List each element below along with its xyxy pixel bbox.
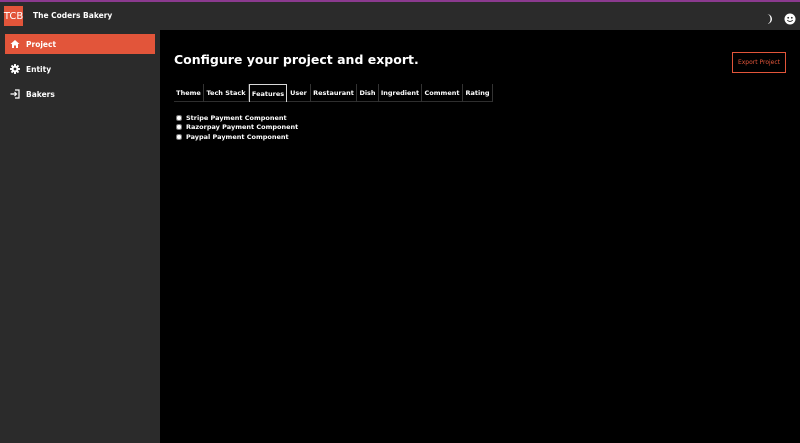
tab-dish[interactable]: Dish	[357, 84, 379, 102]
stripe-payment-checkbox[interactable]	[176, 114, 182, 121]
tab-ingredient[interactable]: Ingredient	[379, 84, 422, 102]
moon-icon[interactable]	[764, 10, 774, 24]
export-project-button[interactable]: Export Project	[732, 52, 786, 73]
checkbox-row-paypal[interactable]: Paypal Payment Component	[176, 132, 298, 142]
tab-features[interactable]: Features	[249, 84, 287, 102]
tab-restaurant[interactable]: Restaurant	[311, 84, 357, 102]
checkbox-label: Paypal Payment Component	[186, 132, 289, 141]
tab-user[interactable]: User	[287, 84, 311, 102]
razorpay-payment-checkbox[interactable]	[176, 124, 182, 131]
home-icon	[10, 39, 20, 49]
login-icon	[10, 89, 20, 99]
feature-checklist: Stripe Payment Component Razorpay Paymen…	[176, 113, 298, 142]
checkbox-row-stripe[interactable]: Stripe Payment Component	[176, 113, 298, 123]
checkbox-label: Razorpay Payment Component	[186, 123, 299, 132]
sidebar-item-entity[interactable]: Entity	[5, 59, 155, 79]
sidebar-item-label: Entity	[26, 64, 52, 74]
sidebar-item-project[interactable]: Project	[5, 34, 155, 54]
sidebar: Project Entity Bakers	[0, 30, 160, 443]
account-icon[interactable]	[784, 10, 796, 25]
tab-comment[interactable]: Comment	[422, 84, 463, 102]
app-title: The Coders Bakery	[33, 11, 113, 20]
checkbox-label: Stripe Payment Component	[186, 113, 287, 122]
tab-bar: Theme Tech Stack Features User Restauran…	[174, 84, 493, 102]
app-header: TCB The Coders Bakery	[0, 2, 800, 30]
tab-tech-stack[interactable]: Tech Stack	[204, 84, 249, 102]
sidebar-item-bakers[interactable]: Bakers	[5, 84, 155, 104]
tab-theme[interactable]: Theme	[174, 84, 204, 102]
gear-icon	[10, 64, 20, 74]
page-title: Configure your project and export.	[174, 52, 419, 67]
checkbox-row-razorpay[interactable]: Razorpay Payment Component	[176, 123, 298, 133]
sidebar-item-label: Project	[26, 39, 57, 49]
main-content: Configure your project and export. Expor…	[160, 30, 800, 443]
sidebar-item-label: Bakers	[26, 89, 55, 99]
paypal-payment-checkbox[interactable]	[176, 133, 182, 140]
tab-rating[interactable]: Rating	[463, 84, 493, 102]
app-logo[interactable]: TCB	[4, 6, 23, 26]
